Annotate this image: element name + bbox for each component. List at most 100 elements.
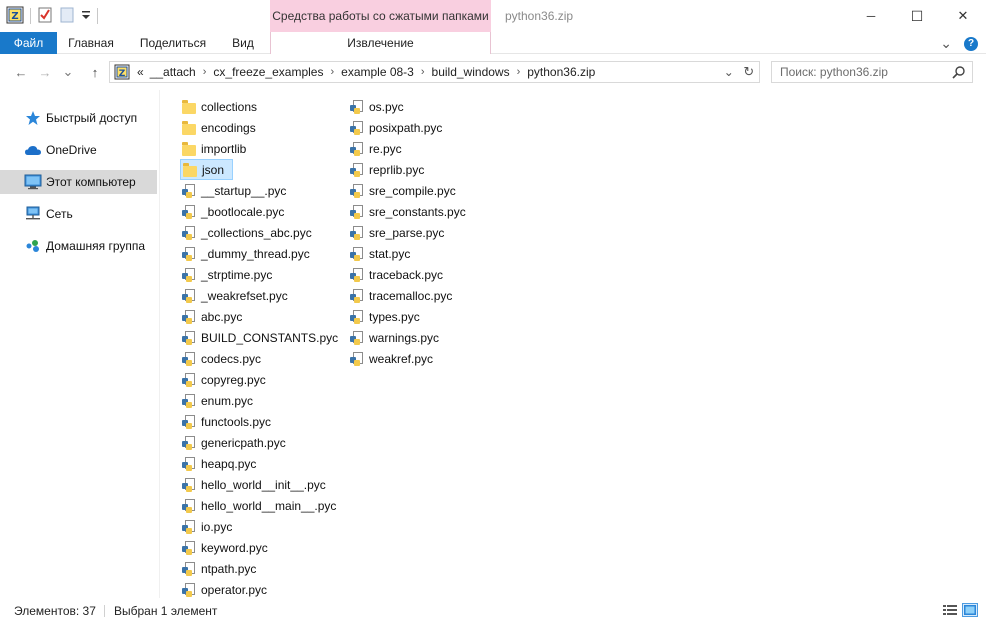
python-file-icon xyxy=(182,183,196,198)
file-item[interactable]: _bootlocale.pyc xyxy=(180,201,292,222)
file-item[interactable]: heapq.pyc xyxy=(180,453,264,474)
file-item[interactable]: codecs.pyc xyxy=(180,348,269,369)
nav-item-network[interactable]: Сеть xyxy=(0,202,157,226)
file-item[interactable]: BUILD_CONSTANTS.pyc xyxy=(180,327,346,348)
file-item[interactable]: os.pyc xyxy=(348,96,412,117)
file-item[interactable]: _strptime.pyc xyxy=(180,264,280,285)
breadcrumb-example[interactable]: example 08-3 xyxy=(338,65,417,79)
close-button[interactable]: ✕ xyxy=(940,0,986,32)
recent-locations-button[interactable]: ⌄ xyxy=(62,64,74,80)
tab-view[interactable]: Вид xyxy=(226,32,260,54)
qat-customize-icon[interactable] xyxy=(81,8,91,25)
large-icons-view-icon[interactable] xyxy=(962,603,978,617)
python-file-icon xyxy=(182,393,196,408)
folder-item[interactable]: importlib xyxy=(180,138,254,159)
file-item[interactable]: posixpath.pyc xyxy=(348,117,450,138)
file-name: warnings.pyc xyxy=(369,330,440,345)
file-item[interactable]: io.pyc xyxy=(180,516,240,537)
breadcrumb-separator-icon[interactable]: › xyxy=(199,66,211,78)
folder-item[interactable]: collections xyxy=(180,96,265,117)
maximize-button[interactable]: ☐ xyxy=(894,0,940,32)
file-item[interactable]: sre_constants.pyc xyxy=(348,201,474,222)
file-item[interactable]: genericpath.pyc xyxy=(180,432,294,453)
file-item[interactable]: functools.pyc xyxy=(180,411,279,432)
tab-extract[interactable]: Извлечение xyxy=(270,32,491,54)
file-item[interactable]: sre_compile.pyc xyxy=(348,180,464,201)
refresh-icon[interactable]: ↻ xyxy=(743,64,754,80)
file-name: json xyxy=(202,162,225,177)
file-item[interactable]: enum.pyc xyxy=(180,390,261,411)
file-name: posixpath.pyc xyxy=(369,120,443,135)
tab-file[interactable]: Файл xyxy=(0,32,57,54)
star-icon xyxy=(24,110,42,126)
file-item[interactable]: traceback.pyc xyxy=(348,264,451,285)
close-icon: ✕ xyxy=(957,8,969,23)
file-name: _strptime.pyc xyxy=(201,267,273,282)
breadcrumb-overflow[interactable]: « xyxy=(134,65,147,79)
breadcrumb-build-windows[interactable]: build_windows xyxy=(429,65,513,79)
nav-item-this-pc[interactable]: Этот компьютер xyxy=(0,170,157,194)
breadcrumb-attach[interactable]: __attach xyxy=(147,65,199,79)
file-item[interactable]: hello_world__main__.pyc xyxy=(180,495,344,516)
qat-divider-2 xyxy=(97,8,98,24)
up-button[interactable]: ↑ xyxy=(86,64,104,80)
python-file-icon xyxy=(350,225,364,240)
file-name: os.pyc xyxy=(369,99,404,114)
nav-item-label: Быстрый доступ xyxy=(46,111,138,125)
file-name: sre_constants.pyc xyxy=(369,204,466,219)
file-item[interactable]: operator.pyc xyxy=(180,579,275,600)
file-item[interactable]: hello_world__init__.pyc xyxy=(180,474,334,495)
ribbon-tabs: Файл Главная Поделиться Вид Извлечение ⌄… xyxy=(0,32,986,54)
search-input[interactable] xyxy=(780,65,950,79)
file-item[interactable]: ntpath.pyc xyxy=(180,558,264,579)
back-button[interactable]: ← xyxy=(12,64,30,80)
nav-item-quick-access[interactable]: Быстрый доступ xyxy=(0,106,157,130)
breadcrumb-python36-zip[interactable]: python36.zip xyxy=(524,65,598,79)
status-bar: Элементов: 37 Выбран 1 элемент xyxy=(0,599,986,623)
homegroup-icon xyxy=(24,238,42,254)
file-name: _weakrefset.pyc xyxy=(201,288,288,303)
tab-home[interactable]: Главная xyxy=(62,32,120,54)
properties-icon[interactable] xyxy=(37,6,53,27)
file-item[interactable]: types.pyc xyxy=(348,306,428,327)
minimize-button[interactable]: ─ xyxy=(848,0,894,32)
file-item[interactable]: reprlib.pyc xyxy=(348,159,432,180)
file-item[interactable]: __startup__.pyc xyxy=(180,180,294,201)
file-item[interactable]: abc.pyc xyxy=(180,306,250,327)
python-file-icon xyxy=(350,141,364,156)
file-item[interactable]: warnings.pyc xyxy=(348,327,447,348)
nav-item-homegroup[interactable]: Домашняя группа xyxy=(0,234,157,258)
file-item[interactable]: stat.pyc xyxy=(348,243,418,264)
breadcrumb-separator-icon[interactable]: › xyxy=(326,66,338,78)
file-item[interactable]: keyword.pyc xyxy=(180,537,276,558)
address-dropdown-icon[interactable]: ⌄ xyxy=(724,65,734,79)
forward-button[interactable]: → xyxy=(36,64,54,80)
file-item[interactable]: re.pyc xyxy=(348,138,410,159)
address-bar[interactable]: Z « __attach › cx_freeze_examples › exam… xyxy=(109,61,760,83)
file-item[interactable]: _collections_abc.pyc xyxy=(180,222,320,243)
search-box[interactable] xyxy=(771,61,973,83)
help-icon[interactable]: ? xyxy=(964,36,978,51)
file-item[interactable]: copyreg.pyc xyxy=(180,369,274,390)
python-file-icon xyxy=(350,267,364,282)
file-item[interactable]: weakref.pyc xyxy=(348,348,441,369)
file-item[interactable]: tracemalloc.pyc xyxy=(348,285,460,306)
file-item[interactable]: _weakrefset.pyc xyxy=(180,285,296,306)
file-name: genericpath.pyc xyxy=(201,435,286,450)
file-name: traceback.pyc xyxy=(369,267,444,282)
file-item[interactable]: _dummy_thread.pyc xyxy=(180,243,318,264)
nav-item-label: Домашняя группа xyxy=(46,239,146,253)
nav-item-onedrive[interactable]: OneDrive xyxy=(0,138,157,162)
folder-item[interactable]: encodings xyxy=(180,117,264,138)
new-folder-icon[interactable] xyxy=(59,6,75,27)
folder-item[interactable]: json xyxy=(180,159,234,180)
tab-share[interactable]: Поделиться xyxy=(134,32,212,54)
breadcrumb-separator-icon[interactable]: › xyxy=(513,66,525,78)
details-view-icon[interactable] xyxy=(942,603,958,617)
ribbon-collapse-icon[interactable]: ⌄ xyxy=(940,35,952,52)
breadcrumb-cx-freeze-examples[interactable]: cx_freeze_examples xyxy=(210,65,326,79)
file-item[interactable]: sre_parse.pyc xyxy=(348,222,452,243)
breadcrumb-separator-icon[interactable]: › xyxy=(417,66,429,78)
python-file-icon xyxy=(350,330,364,345)
python-file-icon xyxy=(182,288,196,303)
